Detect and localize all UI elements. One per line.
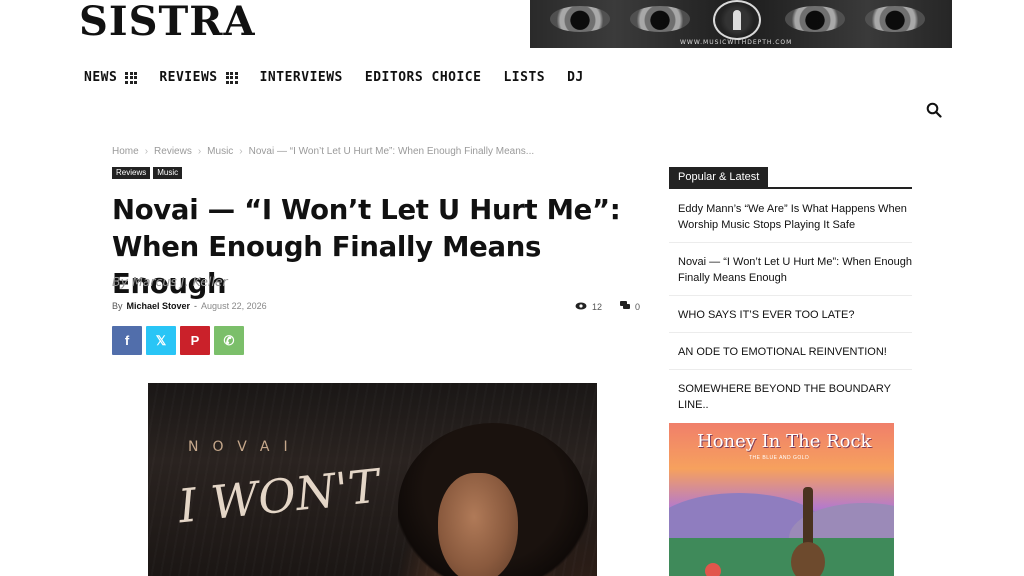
article-byline: By Marcus J. Keller <box>112 274 228 289</box>
views-count: 12 <box>575 302 602 312</box>
whatsapp-icon: ✆ <box>223 332 235 348</box>
comment-icon <box>620 301 631 312</box>
comments-count[interactable]: 0 <box>620 301 640 312</box>
sidebar-popular-latest: Popular & Latest Eddy Mann’s “We Are” Is… <box>669 167 912 429</box>
nav-item-label: EDITORS CHOICE <box>364 70 482 85</box>
category-tags: Reviews Music <box>112 167 183 179</box>
share-twitter-button[interactable]: 𝕏 <box>146 326 176 355</box>
by-label: By <box>112 301 123 311</box>
nav-item-dj[interactable]: DJ <box>567 70 584 85</box>
breadcrumb-music[interactable]: Music <box>207 146 233 157</box>
nav-item-label: DJ <box>567 70 584 85</box>
nav-item-editors-choice[interactable]: EDITORS CHOICE <box>365 70 482 85</box>
sidebar-article-link[interactable]: WHO SAYS IT’S EVER TOO LATE? <box>669 303 912 333</box>
top-banner-ad[interactable]: WWW.MUSICWITHDEPTH.COM <box>530 0 952 48</box>
nav-item-reviews[interactable]: REVIEWS <box>159 70 238 85</box>
breadcrumb-current: Novai — “I Won’t Let U Hurt Me”: When En… <box>248 146 535 157</box>
article-hero-image: NOVAI I WON'T <box>148 383 597 576</box>
breadcrumb-home[interactable]: Home <box>112 146 139 157</box>
eye-graphic <box>785 6 845 32</box>
comments-value: 0 <box>635 301 641 312</box>
share-pinterest-button[interactable]: P <box>180 326 210 355</box>
portrait-face <box>438 473 518 576</box>
nav-item-label: LISTS <box>503 70 546 85</box>
banner-seal-logo <box>713 0 761 40</box>
sidebar-list: Eddy Mann’s “We Are” Is What Happens Whe… <box>669 197 912 422</box>
grid-icon <box>225 71 238 84</box>
breadcrumb-separator: › <box>144 146 149 157</box>
facebook-icon: f <box>124 333 130 348</box>
sidebar-ad-album-art[interactable]: Honey In The Rock THE BLUE AND GOLD <box>669 423 894 576</box>
nav-item-label: REVIEWS <box>159 70 218 85</box>
search-icon[interactable] <box>926 102 942 118</box>
eye-graphic <box>865 6 925 32</box>
site-logo[interactable]: SISTRA <box>79 2 256 42</box>
breadcrumb-separator: › <box>197 146 202 157</box>
eye-graphic <box>550 6 610 32</box>
tag-reviews[interactable]: Reviews <box>112 167 151 179</box>
nav-item-interviews[interactable]: INTERVIEWS <box>260 70 343 85</box>
nav-item-label: NEWS <box>84 70 118 85</box>
pinterest-icon: P <box>190 333 200 348</box>
breadcrumb: Home › Reviews › Music › Novai — “I Won’… <box>112 146 534 157</box>
sidebar-article-link[interactable]: Novai — “I Won’t Let U Hurt Me”: When En… <box>669 250 912 296</box>
meta-separator: - <box>194 301 198 311</box>
sidebar-article-link[interactable]: SOMEWHERE BEYOND THE BOUNDARY LINE.. <box>669 377 912 422</box>
sidebar-article-link[interactable]: AN ODE TO EMOTIONAL REINVENTION! <box>669 340 912 370</box>
share-facebook-button[interactable]: f <box>112 326 142 355</box>
nav-item-lists[interactable]: LISTS <box>503 70 545 85</box>
tag-music[interactable]: Music <box>153 167 183 179</box>
flower-graphic <box>705 563 721 576</box>
eye-icon <box>575 302 587 312</box>
guitar-graphic <box>791 487 825 576</box>
ad-field <box>669 538 894 576</box>
nav-item-label: INTERVIEWS <box>259 70 343 85</box>
author-link[interactable]: Michael Stover <box>127 301 191 311</box>
main-nav: NEWS REVIEWS INTERVIEWS EDITORS CHOICE L… <box>84 70 584 85</box>
cover-artist-text: NOVAI <box>188 439 302 455</box>
article-stats: 12 0 <box>575 301 640 312</box>
sidebar-article-link[interactable]: Eddy Mann’s “We Are” Is What Happens Whe… <box>669 197 912 243</box>
nav-item-news[interactable]: NEWS <box>84 70 138 85</box>
share-whatsapp-button[interactable]: ✆ <box>214 326 244 355</box>
publish-date: August 22, 2026 <box>201 301 267 311</box>
ad-title: Honey In The Rock <box>697 431 872 452</box>
share-buttons: f 𝕏 P ✆ <box>112 326 244 355</box>
banner-url-text: WWW.MUSICWITHDEPTH.COM <box>680 39 793 46</box>
eye-graphic <box>630 6 690 32</box>
twitter-x-icon: 𝕏 <box>155 332 167 348</box>
article-meta: By Michael Stover - August 22, 2026 <box>112 301 267 311</box>
breadcrumb-separator: › <box>239 146 243 157</box>
views-value: 12 <box>592 301 603 312</box>
sidebar-heading: Popular & Latest <box>669 167 912 189</box>
grid-icon <box>125 71 138 84</box>
ad-subtitle: THE BLUE AND GOLD <box>749 455 810 461</box>
breadcrumb-reviews[interactable]: Reviews <box>154 146 192 157</box>
sidebar-heading-label: Popular & Latest <box>669 167 769 188</box>
